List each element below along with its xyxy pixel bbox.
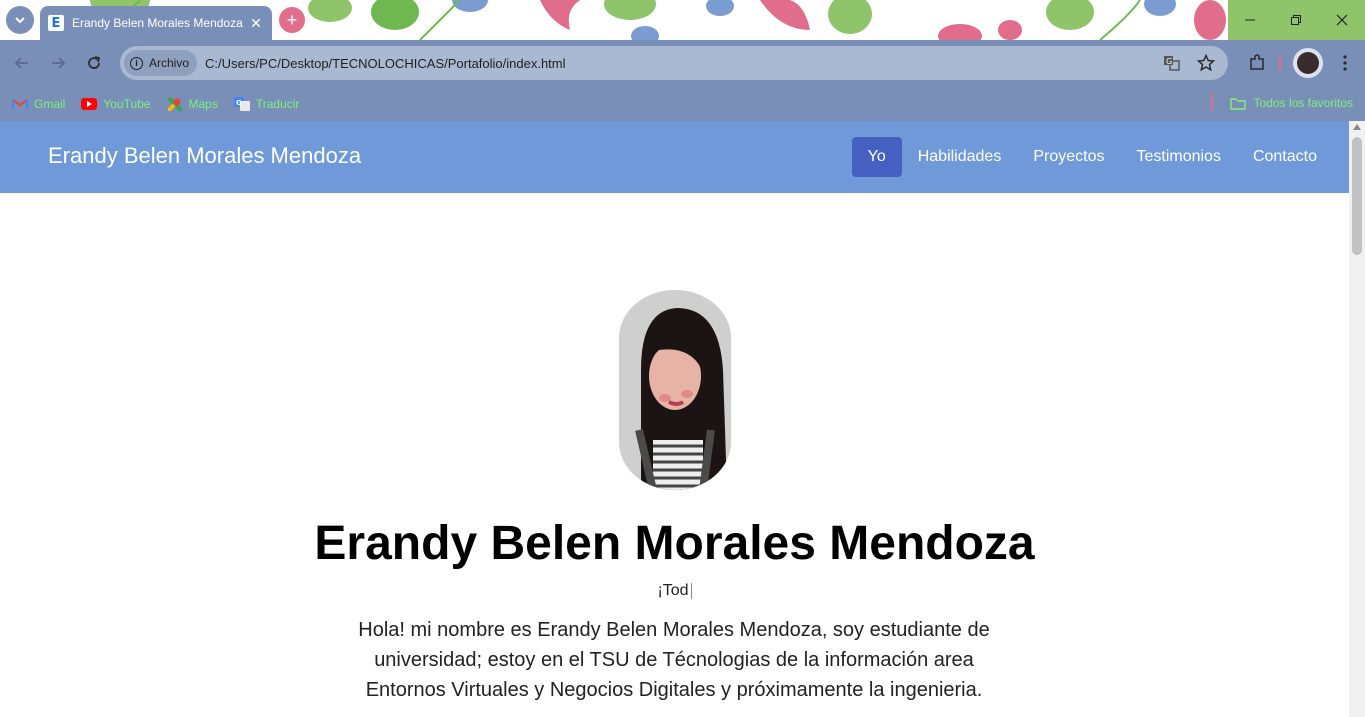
url-text[interactable]: C:/Users/PC/Desktop/TECNOLOCHICAS/Portaf…	[205, 56, 566, 71]
close-icon	[1336, 14, 1348, 26]
close-icon[interactable]: ✕	[248, 15, 264, 32]
browser-toolbar: i Archivo C:/Users/PC/Desktop/TECNOLOCHI…	[0, 40, 1365, 86]
site-favicon-icon: E	[48, 15, 64, 31]
bookmark-gmail[interactable]: Gmail	[12, 97, 65, 111]
minimize-button[interactable]	[1227, 0, 1273, 40]
bookmark-traducir[interactable]: G Traducir	[233, 96, 300, 111]
typed-text: ¡Tod	[0, 582, 1349, 600]
svg-text:G: G	[236, 99, 242, 107]
star-icon	[1197, 54, 1215, 72]
info-icon: i	[130, 56, 143, 70]
close-window-button[interactable]	[1319, 0, 1365, 40]
menu-button[interactable]	[1335, 53, 1355, 73]
chevron-down-icon	[15, 17, 25, 24]
bookmark-label: YouTube	[103, 96, 151, 111]
arrow-left-icon	[14, 57, 28, 69]
youtube-icon	[81, 97, 98, 111]
arrow-right-icon	[52, 57, 66, 69]
reload-button[interactable]	[83, 52, 105, 74]
nav-link-yo[interactable]: Yo	[851, 137, 902, 177]
translate-icon: G	[1164, 56, 1180, 71]
bookmark-maps[interactable]: Maps	[167, 96, 218, 111]
translate-page-button[interactable]: G	[1162, 53, 1182, 73]
puzzle-icon	[1250, 54, 1264, 70]
hero-title: Erandy Belen Morales Mendoza	[314, 517, 1035, 570]
tab-search-button[interactable]	[6, 6, 34, 34]
typing-cursor	[690, 582, 692, 599]
all-bookmarks-label: Todos los favoritos	[1253, 96, 1353, 110]
hero-bio: Hola! mi nombre es Erandy Belen Morales …	[358, 619, 990, 701]
bookmark-star-button[interactable]	[1196, 53, 1216, 73]
bookmarks-divider	[1211, 93, 1213, 111]
nav-link-testimonios[interactable]: Testimonios	[1120, 137, 1236, 177]
nav-link-habilidades[interactable]: Habilidades	[902, 137, 1018, 177]
site-navbar: Erandy Belen Morales Mendoza Yo Habilida…	[0, 121, 1349, 193]
profile-photo-image	[619, 290, 731, 490]
page-scrollbar[interactable]	[1349, 121, 1365, 717]
address-bar[interactable]: i Archivo C:/Users/PC/Desktop/TECNOLOCHI…	[120, 46, 1228, 80]
site-nav-links: Yo Habilidades Proyectos Testimonios Con…	[851, 137, 1333, 177]
tab-strip: E Erandy Belen Morales Mendoza ✕ +	[0, 0, 1365, 40]
back-button[interactable]	[11, 52, 33, 74]
bookmark-label: Maps	[188, 96, 218, 111]
toolbar-divider	[1279, 55, 1281, 71]
gmail-icon	[12, 97, 28, 111]
site-brand[interactable]: Erandy Belen Morales Mendoza	[48, 143, 361, 169]
more-vertical-icon	[1343, 55, 1347, 71]
new-tab-button[interactable]: +	[279, 7, 305, 33]
site-info-label: Archivo	[149, 56, 190, 70]
folder-icon	[1229, 97, 1246, 110]
maps-icon	[167, 96, 183, 111]
scroll-up-arrow-icon[interactable]	[1353, 124, 1361, 130]
scrollbar-thumb[interactable]	[1352, 137, 1362, 255]
restore-icon	[1291, 15, 1301, 25]
restore-button[interactable]	[1273, 0, 1319, 40]
web-page: Erandy Belen Morales Mendoza Yo Habilida…	[0, 121, 1349, 717]
nav-link-contacto[interactable]: Contacto	[1237, 137, 1333, 177]
reload-icon	[88, 56, 101, 69]
tab-title: Erandy Belen Morales Mendoza	[72, 16, 243, 30]
window-controls	[1227, 0, 1365, 40]
svg-text:G: G	[1166, 57, 1172, 66]
bookmark-youtube[interactable]: YouTube	[81, 96, 151, 111]
bookmarks-bar: Gmail YouTube Maps G Traducir Todos los …	[0, 86, 1365, 121]
typed-text-value: ¡Tod	[657, 582, 689, 599]
translate-icon: G	[233, 96, 250, 111]
all-bookmarks-button[interactable]: Todos los favoritos	[1229, 96, 1353, 110]
extensions-button[interactable]	[1247, 53, 1267, 73]
bookmark-label: Traducir	[255, 96, 300, 111]
profile-avatar[interactable]	[1293, 48, 1323, 78]
browser-tab[interactable]: E Erandy Belen Morales Mendoza ✕	[40, 6, 272, 40]
nav-link-proyectos[interactable]: Proyectos	[1017, 137, 1120, 177]
avatar	[1297, 52, 1319, 74]
site-info-chip[interactable]: i Archivo	[124, 50, 198, 76]
forward-button[interactable]	[47, 52, 69, 74]
profile-photo	[619, 290, 731, 490]
bookmark-label: Gmail	[34, 96, 66, 111]
minimize-icon	[1245, 19, 1255, 21]
